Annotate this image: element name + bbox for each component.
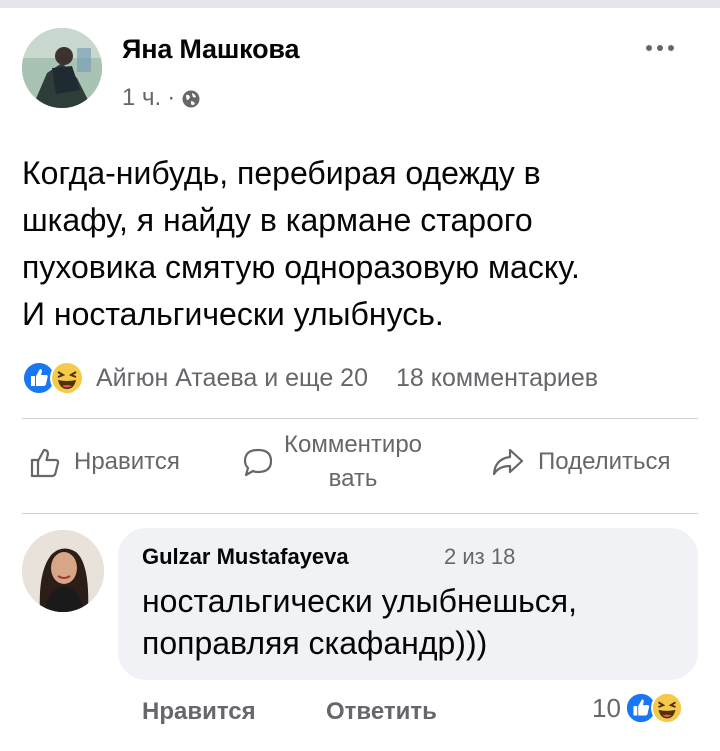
commenter-avatar[interactable]: [22, 530, 104, 612]
reaction-icons[interactable]: [22, 361, 84, 395]
post-text-line: пуховика смятую одноразовую маску.: [22, 249, 580, 285]
comment-bubble: Gulzar Mustafayeva 2 из 18 ностальгическ…: [118, 528, 698, 680]
meta-separator: ·: [167, 84, 176, 111]
comment-text-line: поправляя скафандр))): [142, 625, 488, 661]
comment-text: ностальгически улыбнешься, поправляя ска…: [142, 580, 577, 664]
post-text-line: шкафу, я найду в кармане старого: [22, 202, 533, 238]
more-options-button[interactable]: [632, 36, 688, 60]
haha-reaction-icon: [50, 361, 84, 395]
share-button[interactable]: Поделиться: [490, 444, 671, 480]
comment-label-line: вать: [328, 465, 378, 492]
share-button-label: Поделиться: [538, 448, 671, 475]
comment-button[interactable]: Комментиро вать: [240, 428, 422, 496]
comment-position: 2 из 18: [444, 544, 516, 569]
commenter-name[interactable]: Gulzar Mustafayeva: [142, 544, 349, 570]
post-meta: 1 ч. ·: [122, 84, 201, 112]
author-avatar[interactable]: [22, 28, 102, 108]
comment-reaction-count: 10: [592, 692, 621, 723]
more-dots-icon: [646, 45, 652, 51]
reactors-text[interactable]: Айгюн Атаева и еще 20: [96, 364, 368, 393]
comment-label-line: Комментиро: [284, 431, 423, 458]
post-time[interactable]: 1 ч.: [122, 84, 161, 112]
comment-bubble-icon: [243, 448, 273, 477]
comments-count-link[interactable]: 18 комментариев: [396, 364, 598, 393]
globe-icon: [181, 88, 201, 108]
reactions-summary: Айгюн Атаева и еще 20 18 комментариев: [22, 360, 702, 396]
like-button[interactable]: Нравится: [28, 444, 180, 480]
comment-text-line: ностальгически улыбнешься,: [142, 583, 578, 619]
post-text-line: И ностальгически улыбнусь.: [22, 296, 444, 332]
divider: [22, 418, 698, 419]
top-strip: [0, 0, 720, 8]
thumbs-up-icon: [30, 448, 60, 478]
comment-reply-button[interactable]: Ответить: [326, 698, 437, 726]
more-dot: [668, 45, 674, 51]
comment-button-label: Комментиро вать: [284, 428, 422, 496]
like-button-label: Нравится: [74, 448, 180, 475]
divider: [22, 513, 698, 514]
comment-reactions[interactable]: 10: [592, 692, 683, 724]
more-dot: [657, 45, 663, 51]
post-author-name[interactable]: Яна Машкова: [122, 34, 299, 65]
post-text: Когда-нибудь, перебирая одежду в шкафу, …: [22, 150, 702, 338]
post-text-line: Когда-нибудь, перебирая одежду в: [22, 155, 541, 191]
haha-reaction-icon: [650, 692, 683, 724]
comment-like-button[interactable]: Нравится: [142, 698, 256, 726]
share-arrow-icon: [492, 448, 524, 476]
